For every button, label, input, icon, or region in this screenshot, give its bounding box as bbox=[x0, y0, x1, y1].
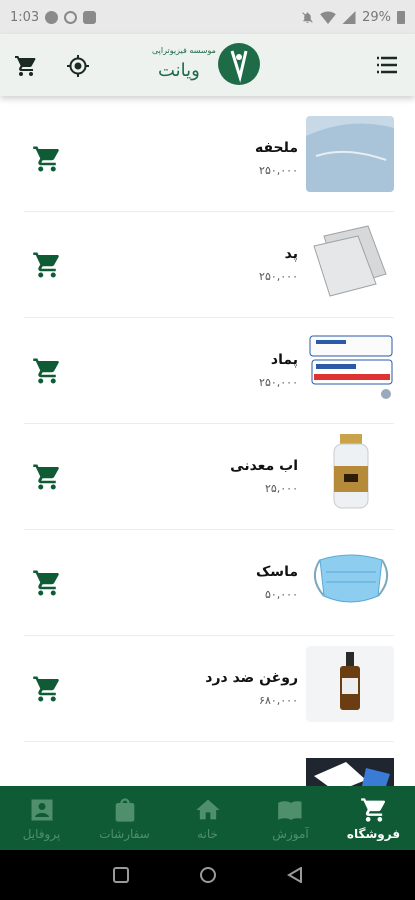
product-list: ملحفه ۲۵۰,۰۰۰ پد ۲۵۰,۰۰۰ پماد ۲۵۰,۰۰۰ اب… bbox=[0, 96, 415, 786]
product-item-ointment[interactable]: پماد ۲۵۰,۰۰۰ bbox=[24, 318, 394, 424]
bottom-nav: فروشگاه آموزش خانه سفارشات پروفایل bbox=[0, 786, 415, 850]
product-image bbox=[306, 540, 394, 616]
signal-icon bbox=[342, 10, 356, 24]
cart-icon bbox=[33, 464, 59, 490]
product-price: ۵۰,۰۰۰ bbox=[264, 588, 298, 601]
status-time: 1:03 bbox=[10, 9, 40, 25]
menu-icon bbox=[377, 56, 397, 74]
nav-home[interactable]: خانه bbox=[166, 786, 249, 850]
add-to-cart-button[interactable] bbox=[32, 250, 62, 284]
product-image bbox=[306, 434, 394, 510]
product-name: اب معدنی bbox=[230, 458, 298, 474]
product-item-partial[interactable] bbox=[24, 742, 394, 786]
product-name: پد bbox=[284, 246, 298, 262]
logo-emblem bbox=[218, 43, 260, 85]
product-image bbox=[306, 646, 394, 722]
whatsapp-icon bbox=[45, 10, 59, 24]
product-price: ۶۸۰,۰۰۰ bbox=[259, 694, 298, 707]
gps-icon bbox=[67, 55, 89, 77]
system-nav-bar bbox=[0, 850, 415, 900]
nav-label: آموزش bbox=[272, 826, 309, 841]
product-name: روغن ضد درد bbox=[205, 670, 298, 686]
product-name: ماسک bbox=[255, 564, 298, 580]
nav-label: پروفایل bbox=[22, 826, 61, 841]
add-to-cart-button[interactable] bbox=[32, 674, 62, 708]
product-name: پماد bbox=[270, 352, 298, 368]
cart-icon bbox=[33, 570, 59, 596]
home-icon bbox=[195, 799, 220, 819]
cart-icon bbox=[15, 56, 36, 76]
nav-label: سفارشات bbox=[99, 826, 150, 841]
cart-icon bbox=[33, 676, 59, 702]
product-price: ۲۵۰,۰۰۰ bbox=[259, 376, 298, 389]
cart-button[interactable] bbox=[14, 54, 38, 82]
menu-button[interactable] bbox=[377, 56, 397, 78]
cart-icon bbox=[33, 358, 59, 384]
cart-icon bbox=[33, 252, 59, 278]
product-price: ۲۵۰,۰۰۰ bbox=[259, 164, 298, 177]
recents-icon[interactable] bbox=[112, 867, 129, 883]
app-logo: موسسه فیزیوتراپی ویانت bbox=[152, 40, 260, 88]
sync-icon bbox=[64, 10, 78, 24]
battery-percent: 29% bbox=[362, 9, 391, 25]
product-name: ملحفه bbox=[254, 140, 298, 156]
add-to-cart-button[interactable] bbox=[32, 356, 62, 390]
product-item-water[interactable]: اب معدنی ۲۵,۰۰۰ bbox=[24, 424, 394, 530]
image-icon bbox=[83, 10, 97, 24]
book-icon bbox=[277, 800, 301, 820]
product-item-pad[interactable]: پد ۲۵۰,۰۰۰ bbox=[24, 212, 394, 318]
product-item-oil[interactable]: روغن ضد درد ۶۸۰,۰۰۰ bbox=[24, 636, 394, 742]
product-image bbox=[306, 752, 394, 786]
mute-icon bbox=[302, 11, 313, 23]
status-bar: 1:03 29% bbox=[0, 0, 415, 34]
cart-icon bbox=[33, 146, 59, 172]
logo-title: ویانت bbox=[158, 60, 200, 81]
nav-shop[interactable]: فروشگاه bbox=[332, 786, 415, 850]
nav-label: فروشگاه bbox=[346, 826, 401, 841]
nav-orders[interactable]: سفارشات bbox=[83, 786, 166, 850]
nav-profile[interactable]: پروفایل bbox=[0, 786, 83, 850]
product-item-sheet[interactable]: ملحفه ۲۵۰,۰۰۰ bbox=[24, 106, 394, 212]
add-to-cart-button[interactable] bbox=[32, 144, 62, 178]
product-item-mask[interactable]: ماسک ۵۰,۰۰۰ bbox=[24, 530, 394, 636]
profile-icon bbox=[31, 799, 52, 820]
add-to-cart-button[interactable] bbox=[32, 462, 62, 496]
cart-icon bbox=[360, 797, 385, 822]
back-icon[interactable] bbox=[286, 867, 303, 883]
logo-subtitle: موسسه فیزیوتراپی bbox=[152, 46, 216, 55]
bag-icon bbox=[115, 797, 134, 822]
product-price: ۲۵,۰۰۰ bbox=[264, 482, 298, 495]
product-price: ۲۵۰,۰۰۰ bbox=[259, 270, 298, 283]
product-image bbox=[306, 116, 394, 192]
product-image bbox=[306, 222, 394, 298]
nav-education[interactable]: آموزش bbox=[249, 786, 332, 850]
product-image bbox=[306, 328, 394, 404]
wifi-icon bbox=[320, 10, 336, 24]
app-bar: موسسه فیزیوتراپی ویانت bbox=[0, 34, 415, 96]
nav-label: خانه bbox=[197, 826, 218, 841]
add-to-cart-button[interactable] bbox=[32, 568, 62, 602]
home-button-icon[interactable] bbox=[199, 866, 217, 884]
battery-icon bbox=[397, 11, 405, 24]
location-button[interactable] bbox=[66, 54, 90, 82]
